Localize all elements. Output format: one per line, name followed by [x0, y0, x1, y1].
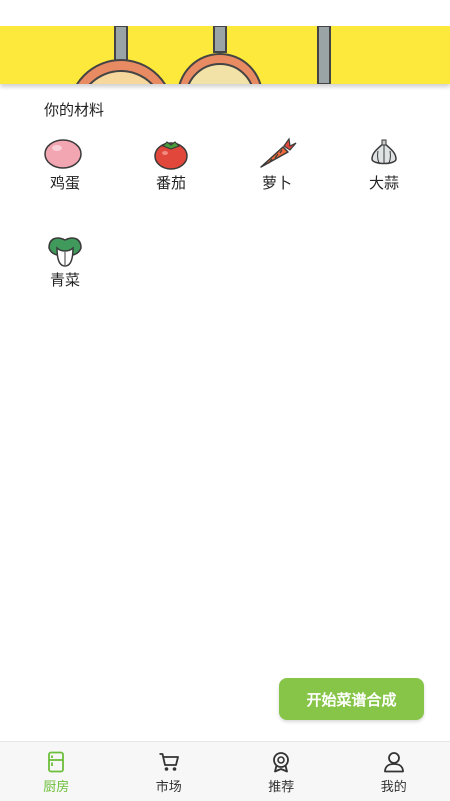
badge-icon	[270, 751, 292, 773]
ingredient-bok-choy[interactable]: 青菜	[30, 234, 100, 290]
carrot-icon	[255, 137, 299, 171]
ingredient-label: 青菜	[30, 269, 100, 290]
ingredient-garlic[interactable]: 大蒜	[349, 137, 419, 193]
banner-illustration	[0, 26, 450, 84]
ingredient-label: 萝卜	[242, 172, 312, 193]
fridge-icon	[45, 751, 67, 773]
ingredient-label: 番茄	[136, 172, 206, 193]
status-bar	[0, 0, 450, 26]
egg-icon	[43, 137, 87, 171]
tomato-icon	[149, 137, 193, 171]
ingredient-egg[interactable]: 鸡蛋	[30, 137, 100, 193]
section-title: 你的材料	[44, 99, 104, 120]
tab-mine[interactable]: 我的	[338, 742, 450, 801]
tab-kitchen[interactable]: 厨房	[0, 742, 113, 801]
tab-market[interactable]: 市场	[113, 742, 226, 801]
ingredient-carrot[interactable]: 萝卜	[242, 137, 312, 193]
tab-label: 我的	[338, 776, 450, 795]
cart-icon	[158, 751, 180, 773]
ingredient-tomato[interactable]: 番茄	[136, 137, 206, 193]
bok-choy-icon	[43, 234, 87, 268]
garlic-icon	[362, 137, 406, 171]
ingredient-label: 鸡蛋	[30, 172, 100, 193]
ingredient-label: 大蒜	[349, 172, 419, 193]
tab-label: 厨房	[0, 776, 113, 795]
header-banner	[0, 26, 450, 84]
bottom-tab-bar: 厨房 市场 推荐 我的	[0, 741, 450, 801]
tab-label: 推荐	[225, 776, 338, 795]
start-recipe-synthesis-button[interactable]: 开始菜谱合成	[279, 678, 424, 720]
tab-label: 市场	[113, 776, 226, 795]
tab-recommend[interactable]: 推荐	[225, 742, 338, 801]
user-icon	[383, 751, 405, 773]
